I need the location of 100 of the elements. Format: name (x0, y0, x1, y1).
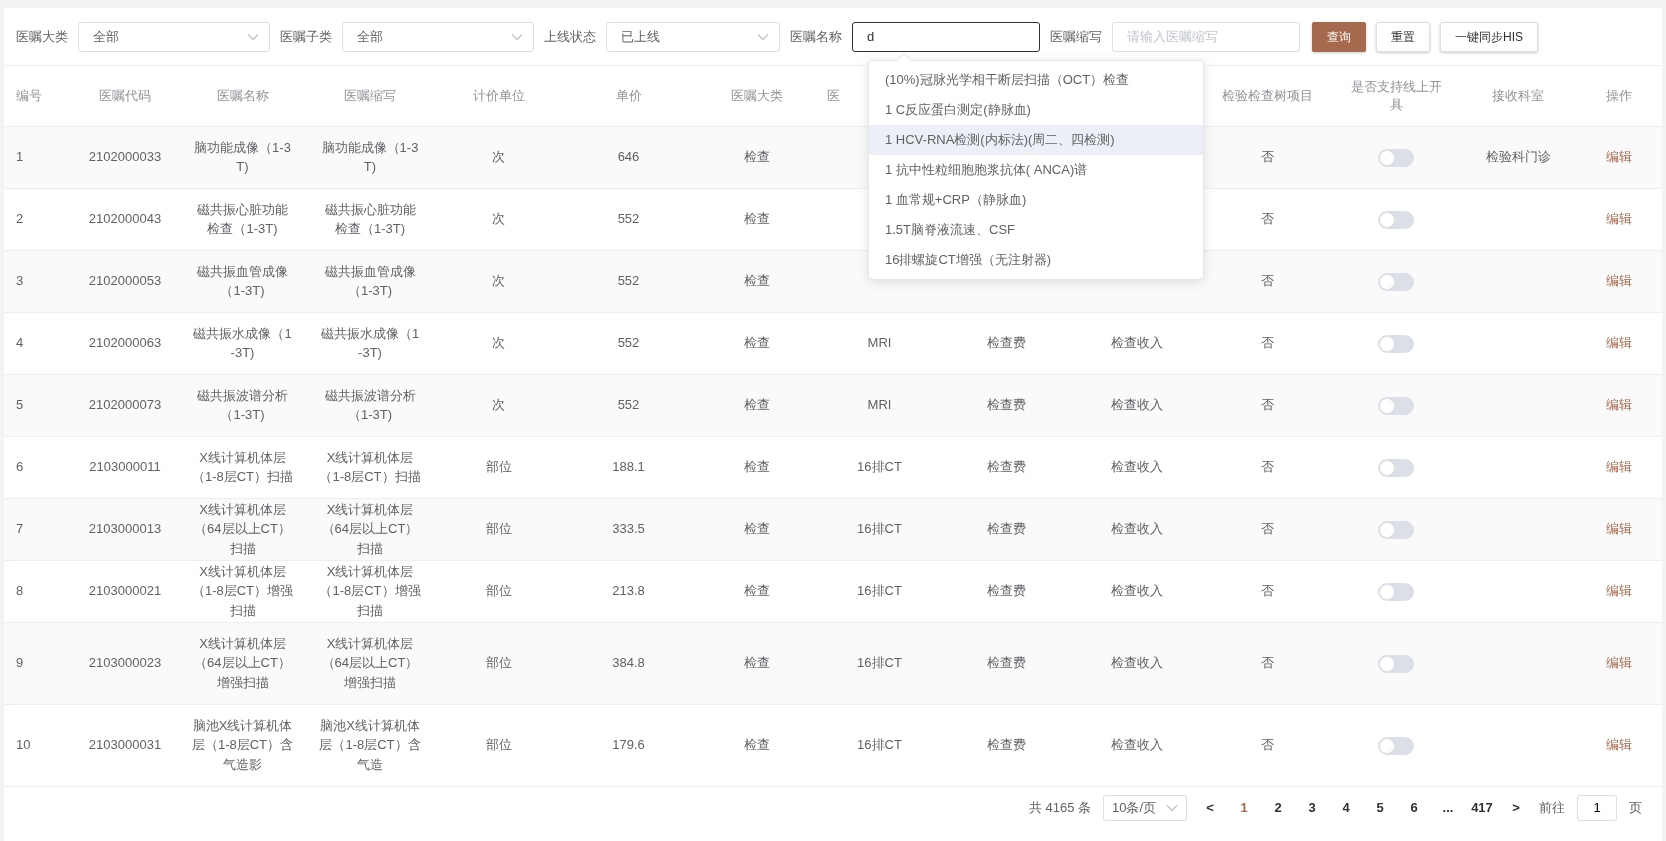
jump-label: 前往 (1539, 798, 1565, 817)
table-cell: 2103000031 (88, 737, 162, 753)
table-cell-text: 磁共振水成像（1-3T) (192, 324, 293, 362)
table-cell: 检查 (743, 397, 770, 413)
column-header: 计价单位 (472, 86, 525, 105)
prev-page-button[interactable]: < (1199, 797, 1221, 818)
toggle-switch[interactable] (1378, 148, 1414, 167)
page-number[interactable]: 2 (1267, 797, 1289, 818)
suggestion-item[interactable]: 1 血常规+CRP（静脉血) (869, 184, 1203, 215)
table-cell: 1 (16, 149, 24, 165)
table-cell: 否 (1260, 655, 1274, 671)
table-cell: 2103000021 (88, 583, 162, 599)
table-cell: 2103000023 (88, 655, 162, 671)
toggle-switch[interactable] (1378, 520, 1414, 539)
table-cell: 检查费 (986, 655, 1026, 671)
table-cell: 384.8 (612, 655, 645, 671)
chevron-down-icon (1166, 803, 1178, 812)
column-header: 医嘱名称 (216, 86, 269, 105)
table-cell-text: X线计算机体层（1-8层CT）扫描 (191, 448, 294, 486)
table-cell-text: 磁共振波谱分析（1-3T) (196, 386, 289, 424)
table-cell: 16排CT (857, 737, 902, 753)
select-field[interactable]: 全部 (78, 21, 270, 52)
table-cell: 否 (1260, 737, 1274, 753)
column-header: 单价 (615, 86, 642, 105)
action-button[interactable]: 一键同步HIS (1440, 21, 1538, 52)
page-number[interactable]: ... (1437, 797, 1459, 818)
table-cell: 检查 (743, 583, 770, 599)
table-cell: 部位 (485, 521, 512, 537)
page-number[interactable]: 3 (1301, 797, 1323, 818)
toggle-switch[interactable] (1378, 396, 1414, 415)
table-cell: 2102000063 (88, 335, 162, 351)
toggle-switch[interactable] (1378, 654, 1414, 673)
select-field[interactable]: 已上线 (606, 21, 780, 52)
page-number[interactable]: 4 (1335, 797, 1357, 818)
table-cell: 检查收入 (1111, 737, 1163, 753)
edit-link[interactable]: 编辑 (1606, 655, 1632, 671)
table-cell: 检查收入 (1111, 335, 1163, 351)
edit-link[interactable]: 编辑 (1606, 397, 1632, 413)
edit-link[interactable]: 编辑 (1606, 211, 1632, 227)
filter-label: 医嘱子类 (280, 27, 332, 46)
suggestion-item[interactable]: 1 抗中性粒细胞胞浆抗体( ANCA)谱 (869, 154, 1203, 185)
column-header: 医嘱大类 (730, 86, 783, 105)
toggle-switch[interactable] (1378, 736, 1414, 755)
table-cell-text: X线计算机体层（1-8层CT）增强扫描 (319, 562, 421, 620)
table-cell: 4 (16, 335, 24, 351)
jump-suffix: 页 (1629, 798, 1642, 817)
edit-link[interactable]: 编辑 (1606, 273, 1632, 289)
table-cell: 646 (617, 149, 640, 165)
page-number[interactable]: 1 (1233, 797, 1255, 818)
page-number[interactable]: 417 (1471, 797, 1493, 818)
table-cell: 次 (492, 273, 505, 289)
column-header: 检验检查树项目 (1221, 86, 1313, 105)
edit-link[interactable]: 编辑 (1606, 521, 1632, 537)
toggle-switch[interactable] (1378, 210, 1414, 229)
page-number[interactable]: 5 (1369, 797, 1391, 818)
select-field[interactable]: 全部 (342, 21, 534, 52)
table-cell: MRI (867, 397, 892, 413)
toggle-switch[interactable] (1378, 272, 1414, 291)
page-number[interactable]: 6 (1403, 797, 1425, 818)
edit-link[interactable]: 编辑 (1606, 335, 1632, 351)
table-cell: 2103000013 (88, 521, 162, 537)
table-cell: 检查收入 (1111, 655, 1163, 671)
edit-link[interactable]: 编辑 (1606, 583, 1632, 599)
table-cell-text: 脑功能成像（1-3T) (320, 138, 420, 176)
edit-link[interactable]: 编辑 (1606, 149, 1632, 165)
input-field[interactable]: d (852, 21, 1040, 52)
suggestion-item[interactable]: 1.5T脑脊液流速、CSF (869, 214, 1203, 245)
suggestion-item[interactable]: (10%)冠脉光学相干断层扫描（OCT）检查 (869, 64, 1203, 95)
next-page-button[interactable]: > (1505, 797, 1527, 818)
suggestion-item[interactable]: 1 HCV-RNA检测(内标法)(周二、四检测) (869, 124, 1203, 155)
page-size-select[interactable]: 10条/页 (1103, 794, 1187, 821)
table-cell: 部位 (485, 737, 512, 753)
table-cell: 552 (617, 397, 640, 413)
edit-link[interactable]: 编辑 (1606, 737, 1632, 753)
suggestion-item[interactable]: 16排螺旋CT增强（无注射器) (869, 244, 1203, 275)
suggestion-item[interactable]: 1 C反应蛋白测定(静脉血) (869, 94, 1203, 125)
column-header: 医嘱代码 (99, 86, 151, 105)
table-cell: 次 (492, 397, 505, 413)
query-button[interactable]: 查询 (1312, 21, 1366, 52)
page-jump-field[interactable]: 1 (1577, 794, 1617, 821)
table-cell: 检查 (743, 273, 770, 289)
table-cell: 检查 (743, 149, 770, 165)
table-cell-text: 脑池X线计算机体层（1-8层CT）含气造影 (191, 716, 294, 774)
action-button[interactable]: 重置 (1376, 21, 1430, 52)
filter-label: 上线状态 (544, 27, 596, 46)
table-cell: 16排CT (857, 521, 902, 537)
table-cell: 检查费 (986, 335, 1026, 351)
table-cell: 检查费 (986, 521, 1026, 537)
table-cell-text: 脑池X线计算机体层（1-8层CT）含气造 (319, 716, 421, 774)
chevron-down-icon (757, 32, 769, 41)
table-cell: 2103000011 (89, 459, 161, 475)
table-cell: 6 (16, 459, 24, 475)
input-field[interactable]: 请输入医嘱缩写 (1112, 21, 1300, 52)
toggle-switch[interactable] (1378, 334, 1414, 353)
table-cell-text: 脑功能成像（1-3T) (193, 138, 292, 176)
toggle-switch[interactable] (1378, 458, 1414, 477)
table-cell: 8 (16, 583, 24, 599)
toggle-switch[interactable] (1378, 582, 1414, 601)
table-cell-text: X线计算机体层（1-8层CT）扫描 (319, 448, 421, 486)
edit-link[interactable]: 编辑 (1606, 459, 1632, 475)
